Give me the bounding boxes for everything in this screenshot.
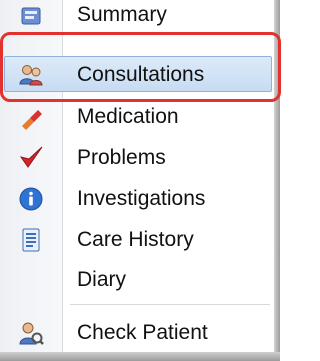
menu-separator [70,304,270,305]
summary-icon [18,2,44,28]
menu-item-problems[interactable]: Problems [0,137,274,177]
document-icon [18,227,44,253]
menu-item-label: Investigations [77,187,206,210]
info-icon [18,186,44,212]
check-patient-icon [18,320,44,346]
problems-icon [18,145,44,171]
menu-item-consultations[interactable]: Consultations [0,54,274,94]
medication-icon [18,104,44,130]
menu-item-label: Problems [77,146,166,169]
menu-item-label: Medication [77,105,179,128]
menu-item-medication[interactable]: Medication [0,96,274,136]
menu-item-label: Diary [77,268,127,291]
menu-item-label: Consultations [77,63,205,86]
menu-shadow-bottom [0,352,280,361]
menu-item-summary[interactable]: Summary [0,0,274,34]
consultations-icon [18,62,44,88]
menu-item-label: Check Patient [77,321,208,344]
menu-item-care-history[interactable]: Care History [0,219,274,259]
menu-shadow-right [274,0,280,361]
menu-item-label: Care History [77,228,194,251]
menu-item-diary[interactable]: Diary [0,259,274,299]
context-menu: Summary Consultations Medication Problem… [0,0,280,361]
menu-item-label: Summary [77,3,167,26]
menu-item-check-patient[interactable]: Check Patient [0,312,274,352]
menu-item-investigations[interactable]: Investigations [0,178,274,218]
